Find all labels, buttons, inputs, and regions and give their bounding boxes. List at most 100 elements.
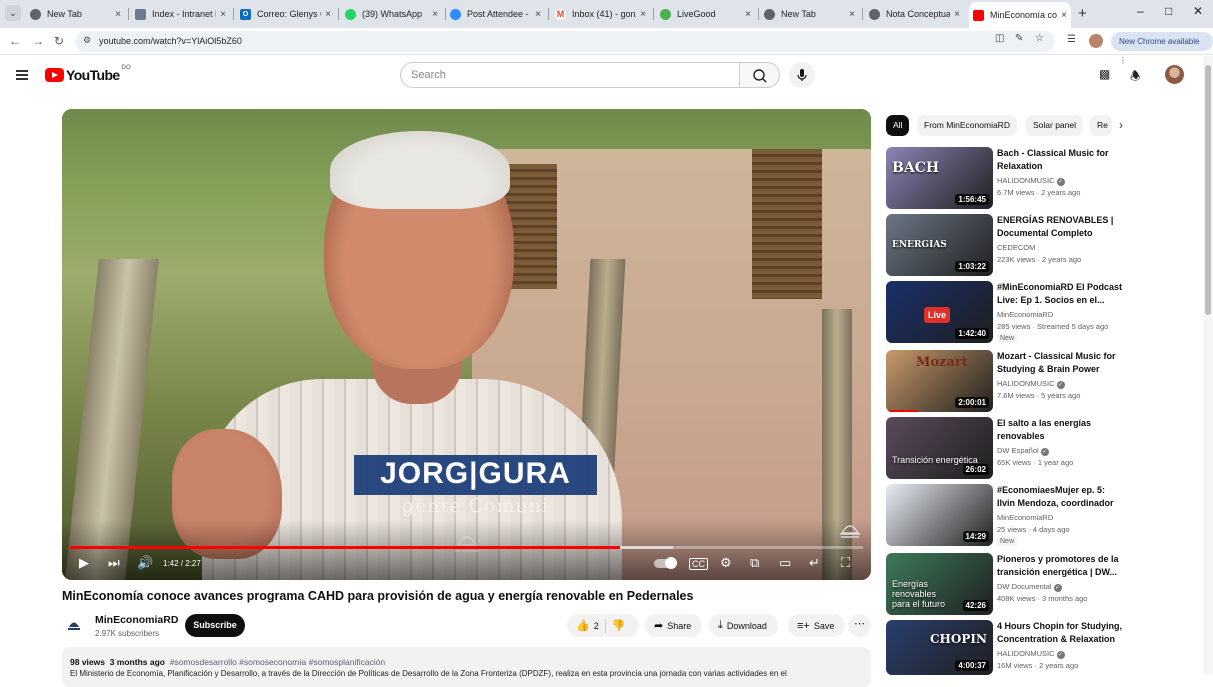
channel-name[interactable]: MinEconomiaRD bbox=[95, 614, 178, 626]
video-thumbnail[interactable]: Mozart 2:00:01 bbox=[886, 350, 993, 412]
recommendation-item[interactable]: Mozart 2:00:01 Mozart - Classical Music … bbox=[886, 350, 1131, 412]
notifications-bell-icon[interactable]: 🕭 bbox=[1130, 67, 1141, 88]
recommendation-item[interactable]: ENERGIAS 1:03:22 ENERGÍAS RENOVABLES | D… bbox=[886, 214, 1131, 276]
cast-icon[interactable]: ↵ bbox=[809, 555, 820, 571]
recommendation-item[interactable]: CHOPIN 4:00:37 4 Hours Chopin for Studyi… bbox=[886, 620, 1131, 675]
close-tab-icon[interactable]: × bbox=[111, 9, 125, 20]
url-text[interactable]: youtube.com/watch?v=YlAiOl5bZ60 bbox=[99, 36, 242, 46]
video-thumbnail[interactable]: Energías renovables para el futuro 42:26 bbox=[886, 553, 993, 615]
progress-bar[interactable] bbox=[70, 546, 863, 549]
save-button[interactable]: ≡+ Save bbox=[788, 614, 846, 637]
new-tab-button[interactable]: + bbox=[1078, 5, 1087, 22]
tab-new-tab-1[interactable]: New Tab × bbox=[26, 3, 125, 25]
close-tab-icon[interactable]: × bbox=[845, 9, 859, 20]
close-window-icon[interactable]: ✕ bbox=[1193, 4, 1203, 18]
subtitles-icon[interactable]: CC bbox=[689, 558, 708, 570]
recommendation-item[interactable]: BACH 1:56:45 Bach - Classical Music for … bbox=[886, 147, 1131, 209]
next-video-icon[interactable]: ⏭ bbox=[108, 555, 120, 571]
chip-from-channel[interactable]: From MinEconomiaRD bbox=[917, 115, 1017, 136]
tab-whatsapp[interactable]: (39) WhatsApp × bbox=[341, 3, 442, 25]
close-tab-icon[interactable]: × bbox=[636, 9, 650, 20]
tab-search-button[interactable]: ⌄ bbox=[5, 5, 21, 21]
maximize-window-icon[interactable]: □ bbox=[1165, 4, 1172, 18]
recommendation-item[interactable]: Transición energética 26:02 El salto a l… bbox=[886, 417, 1131, 479]
tab-zoom[interactable]: Post Attendee - Z × bbox=[446, 3, 545, 25]
tab-new-tab-2[interactable]: New Tab × bbox=[760, 3, 859, 25]
chip-all[interactable]: All bbox=[886, 115, 910, 136]
video-thumbnail[interactable]: ENERGIAS 1:03:22 bbox=[886, 214, 993, 276]
hashtags[interactable]: #somosdesarrollo #somoseconomía #somospl… bbox=[170, 657, 385, 667]
minimize-window-icon[interactable]: – bbox=[1137, 4, 1144, 18]
chip-solar-panel[interactable]: Solar panel bbox=[1026, 115, 1084, 136]
recommendation-title[interactable]: Bach - Classical Music for Relaxation bbox=[997, 147, 1123, 173]
miniplayer-icon[interactable]: ⧉ bbox=[750, 555, 759, 571]
guide-menu-icon[interactable] bbox=[16, 70, 28, 80]
settings-gear-icon[interactable]: ⚙ bbox=[720, 555, 732, 571]
tab-youtube-active[interactable]: MinEconomía co × bbox=[969, 2, 1071, 28]
site-settings-icon[interactable]: ⚙ bbox=[83, 35, 91, 46]
recommendation-title[interactable]: #EconomíaesMujer ep. 5: Ilvin Mendoza, c… bbox=[997, 484, 1123, 510]
close-tab-icon[interactable]: × bbox=[1057, 10, 1071, 21]
recommendation-title[interactable]: ENERGÍAS RENOVABLES | Documental Complet… bbox=[997, 214, 1123, 240]
recommendation-title[interactable]: Pioneros y promotores de la transición e… bbox=[997, 553, 1123, 579]
omnibox[interactable]: ⚙ youtube.com/watch?v=YlAiOl5bZ60 bbox=[75, 31, 1055, 52]
chevron-right-icon[interactable]: › bbox=[1119, 118, 1123, 132]
recommendation-channel[interactable]: MinEconomiaRD bbox=[997, 310, 1053, 319]
chip-related[interactable]: Re bbox=[1090, 115, 1112, 136]
close-tab-icon[interactable]: × bbox=[531, 9, 545, 20]
close-tab-icon[interactable]: × bbox=[741, 9, 755, 20]
video-thumbnail[interactable]: Transición energética 26:02 bbox=[886, 417, 993, 479]
more-actions-icon[interactable]: ⋯ bbox=[848, 614, 871, 637]
recommendation-title[interactable]: Mozart - Classical Music for Studying & … bbox=[997, 350, 1123, 376]
description-box[interactable]: 98 views 3 months ago #somosdesarrollo #… bbox=[62, 647, 871, 687]
new-chrome-available-button[interactable]: New Chrome available ⋮ bbox=[1111, 32, 1213, 65]
account-avatar[interactable] bbox=[1165, 65, 1184, 84]
tab-intranet[interactable]: Index - Intranet M × bbox=[131, 3, 230, 25]
close-tab-icon[interactable]: × bbox=[216, 9, 230, 20]
recommendation-item[interactable]: Energías renovables para el futuro 42:26… bbox=[886, 553, 1131, 615]
video-thumbnail[interactable]: CHOPIN 4:00:37 bbox=[886, 620, 993, 675]
close-tab-icon[interactable]: × bbox=[950, 9, 964, 20]
close-tab-icon[interactable]: × bbox=[321, 9, 335, 20]
tab-correo[interactable]: O Correo: Glenys Gu × bbox=[236, 3, 335, 25]
tab-nota-conceptual[interactable]: Nota Conceptual × bbox=[865, 3, 964, 25]
page-scrollbar-thumb[interactable] bbox=[1205, 65, 1211, 315]
share-button[interactable]: ➦ Share bbox=[645, 614, 703, 637]
volume-icon[interactable]: 🔊 bbox=[137, 555, 153, 571]
thumbs-up-icon[interactable]: 👍 bbox=[576, 619, 590, 632]
close-tab-icon[interactable]: × bbox=[428, 9, 442, 20]
channel-avatar[interactable] bbox=[66, 617, 82, 633]
youtube-logo[interactable]: YouTube DO bbox=[45, 65, 131, 83]
fullscreen-icon[interactable]: ⛶ bbox=[841, 555, 850, 571]
media-controls-icon[interactable]: ☰ bbox=[1067, 34, 1076, 45]
forward-arrow-icon[interactable]: → bbox=[32, 34, 44, 48]
recommendation-channel[interactable]: DW Español ✓ bbox=[997, 446, 1049, 456]
video-player[interactable]: JORG|GURA gente Comuni ▶ ⏭ 🔊 1:42 / 2:27… bbox=[62, 109, 871, 580]
like-count[interactable]: 2 bbox=[594, 621, 599, 631]
tab-livegood[interactable]: LiveGood × bbox=[656, 3, 755, 25]
download-button[interactable]: ⤓ Download bbox=[709, 614, 778, 637]
recommendation-channel[interactable]: MinEconomiaRD bbox=[997, 513, 1053, 522]
install-app-icon[interactable]: ◫ bbox=[995, 33, 1004, 44]
back-arrow-icon[interactable]: ← bbox=[9, 34, 21, 48]
theater-mode-icon[interactable]: ▭ bbox=[779, 555, 791, 571]
thumbs-down-icon[interactable]: 👎 bbox=[612, 619, 626, 632]
subscribe-button[interactable]: Subscribe bbox=[185, 614, 245, 637]
reload-icon[interactable]: ↻ bbox=[54, 34, 64, 48]
recommendation-channel[interactable]: HALIDONMUSIC ✓ bbox=[997, 649, 1065, 659]
play-icon[interactable]: ▶ bbox=[79, 555, 89, 571]
recommendation-title[interactable]: 4 Hours Chopin for Studying, Concentrati… bbox=[997, 620, 1123, 646]
recommendation-item[interactable]: 14:29 #EconomíaesMujer ep. 5: Ilvin Mend… bbox=[886, 484, 1131, 546]
recommendation-channel[interactable]: DW Documental ✓ bbox=[997, 582, 1062, 592]
recommendation-channel[interactable]: CEDECOM bbox=[997, 243, 1035, 252]
video-thumbnail[interactable]: 14:29 bbox=[886, 484, 993, 546]
autoplay-toggle[interactable] bbox=[654, 557, 677, 569]
recommendation-channel[interactable]: HALIDONMUSIC ✓ bbox=[997, 176, 1065, 186]
video-thumbnail[interactable]: Live 1:42:40 bbox=[886, 281, 993, 343]
recommendation-title[interactable]: El salto a las energías renovables bbox=[997, 417, 1123, 443]
recommendation-title[interactable]: #MinEconomiaRD El Podcast Live: Ep 1. So… bbox=[997, 281, 1123, 307]
bookmark-star-icon[interactable]: ☆ bbox=[1035, 33, 1044, 44]
tab-gmail[interactable]: M Inbox (41) - gonza × bbox=[551, 3, 650, 25]
create-video-icon[interactable]: ▩ bbox=[1099, 67, 1110, 81]
recommendation-channel[interactable]: HALIDONMUSIC ✓ bbox=[997, 379, 1065, 389]
